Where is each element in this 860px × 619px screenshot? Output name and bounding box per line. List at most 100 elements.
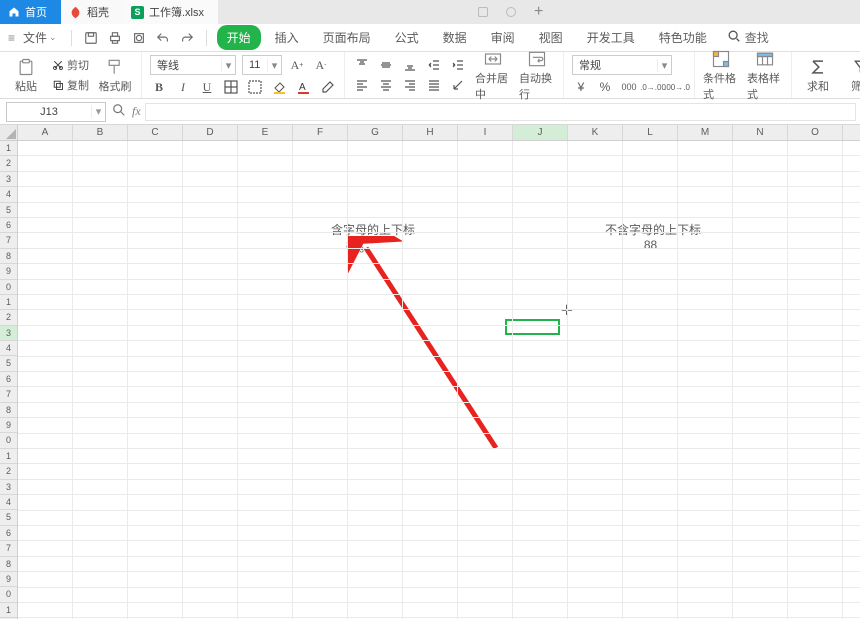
row-header-17[interactable]: 7 [0, 387, 17, 402]
col-header-G[interactable]: G [348, 125, 403, 140]
row-header-31[interactable]: 1 [0, 603, 17, 618]
format-painter-button[interactable]: 格式刷 [97, 57, 133, 94]
ribbon-tab-start[interactable]: 开始 [217, 25, 261, 50]
ribbon-tab-view[interactable]: 视图 [529, 25, 573, 50]
borders-button[interactable] [222, 79, 240, 95]
percent-icon[interactable]: % [596, 79, 614, 95]
row-header-30[interactable]: 0 [0, 587, 17, 602]
active-cell[interactable] [505, 319, 560, 335]
align-left-icon[interactable] [353, 77, 371, 93]
font-size-combo[interactable]: 11▾ [242, 55, 282, 75]
col-header-D[interactable]: D [183, 125, 238, 140]
ribbon-tab-data[interactable]: 数据 [433, 25, 477, 50]
tab-docer[interactable]: 稻壳 [61, 0, 123, 24]
row-header-7[interactable]: 7 [0, 233, 17, 248]
row-header-28[interactable]: 8 [0, 557, 17, 572]
row-header-26[interactable]: 6 [0, 526, 17, 541]
zoom-icon[interactable] [112, 103, 126, 120]
increase-font-icon[interactable]: A+ [288, 57, 306, 73]
undo-icon[interactable] [156, 31, 170, 45]
row-header-2[interactable]: 2 [0, 156, 17, 171]
col-header-E[interactable]: E [238, 125, 293, 140]
row-header-27[interactable]: 7 [0, 541, 17, 556]
row-header-5[interactable]: 5 [0, 203, 17, 218]
wrap-text-button[interactable]: 自动换行 [519, 49, 555, 102]
fill-color-button[interactable] [270, 79, 288, 95]
row-header-22[interactable]: 2 [0, 464, 17, 479]
row-header-6[interactable]: 6 [0, 218, 17, 233]
align-middle-icon[interactable] [377, 57, 395, 73]
font-color-button[interactable]: A [294, 79, 312, 95]
row-header-18[interactable]: 8 [0, 403, 17, 418]
col-header-L[interactable]: L [623, 125, 678, 140]
ribbon-tab-review[interactable]: 审阅 [481, 25, 525, 50]
row-headers[interactable]: 1234567890123456789012345678901 [0, 141, 18, 619]
decrease-font-icon[interactable]: A- [312, 57, 330, 73]
new-tab-icon[interactable]: + [534, 3, 543, 21]
col-header-C[interactable]: C [128, 125, 183, 140]
increase-indent-icon[interactable] [449, 57, 467, 73]
print-preview-icon[interactable] [132, 31, 146, 45]
col-header-A[interactable]: A [18, 125, 73, 140]
tab-home[interactable]: 首页 [0, 0, 61, 24]
col-header-K[interactable]: K [568, 125, 623, 140]
number-format-combo[interactable]: 常规▾ [572, 55, 672, 75]
col-header-B[interactable]: B [73, 125, 128, 140]
align-center-icon[interactable] [377, 77, 395, 93]
currency-icon[interactable]: ¥ [572, 79, 590, 95]
cell-G7[interactable]: 8a3 [346, 238, 364, 254]
row-header-19[interactable]: 9 [0, 418, 17, 433]
worksheet-grid[interactable]: ABCDEFGHIJKLMNO 123456789012345678901234… [0, 125, 860, 619]
merge-center-button[interactable]: 合并居中 [475, 49, 511, 102]
row-header-12[interactable]: 2 [0, 310, 17, 325]
paste-button[interactable]: 粘贴 [8, 57, 44, 94]
row-header-13[interactable]: 3 [0, 326, 17, 341]
select-all-corner[interactable] [0, 125, 18, 141]
ribbon-tab-special[interactable]: 特色功能 [649, 25, 717, 50]
row-header-25[interactable]: 5 [0, 510, 17, 525]
row-header-9[interactable]: 9 [0, 264, 17, 279]
sum-button[interactable]: 求和 [800, 57, 836, 94]
row-header-21[interactable]: 1 [0, 449, 17, 464]
thousands-icon[interactable]: 000 [620, 79, 638, 95]
clear-format-button[interactable] [318, 79, 336, 95]
italic-button[interactable]: I [174, 79, 192, 95]
ribbon-tab-pagelayout[interactable]: 页面布局 [313, 25, 381, 50]
cell-border-button[interactable] [246, 79, 264, 95]
col-header-I[interactable]: I [458, 125, 513, 140]
tab-workbook[interactable]: S 工作簿.xlsx [123, 0, 218, 24]
row-header-4[interactable]: 4 [0, 187, 17, 202]
column-headers[interactable]: ABCDEFGHIJKLMNO [18, 125, 860, 141]
ribbon-tab-formula[interactable]: 公式 [385, 25, 429, 50]
cell-G6[interactable]: 含字母的上下标 [318, 221, 428, 238]
row-header-1[interactable]: 1 [0, 141, 17, 156]
search-wrap[interactable]: 查找 [727, 29, 769, 46]
bold-button[interactable]: B [150, 79, 168, 95]
col-header-O[interactable]: O [788, 125, 843, 140]
row-header-20[interactable]: 0 [0, 433, 17, 448]
row-header-10[interactable]: 0 [0, 280, 17, 295]
row-header-15[interactable]: 5 [0, 356, 17, 371]
align-bottom-icon[interactable] [401, 57, 419, 73]
row-header-29[interactable]: 9 [0, 572, 17, 587]
file-menu[interactable]: 文件 ⌄ [19, 27, 61, 48]
save-icon[interactable] [84, 31, 98, 45]
col-header-N[interactable]: N [733, 125, 788, 140]
increase-decimal-icon[interactable]: .0→.00 [644, 79, 662, 95]
align-right-icon[interactable] [401, 77, 419, 93]
print-icon[interactable] [108, 31, 122, 45]
row-header-23[interactable]: 3 [0, 480, 17, 495]
name-box[interactable]: J13 ▾ [6, 102, 106, 122]
cut-button[interactable]: 剪切 [52, 57, 89, 73]
copy-button[interactable]: 复制 [52, 77, 89, 93]
row-header-14[interactable]: 4 [0, 341, 17, 356]
row-header-3[interactable]: 3 [0, 172, 17, 187]
align-top-icon[interactable] [353, 57, 371, 73]
filter-button[interactable]: 筛选 [844, 57, 860, 94]
col-header-H[interactable]: H [403, 125, 458, 140]
app-menu-icon[interactable]: ≡ [8, 31, 15, 45]
font-name-combo[interactable]: 等线▾ [150, 55, 236, 75]
table-style-button[interactable]: 表格样式 [747, 49, 783, 102]
fx-icon[interactable]: fx [132, 104, 141, 119]
col-header-M[interactable]: M [678, 125, 733, 140]
